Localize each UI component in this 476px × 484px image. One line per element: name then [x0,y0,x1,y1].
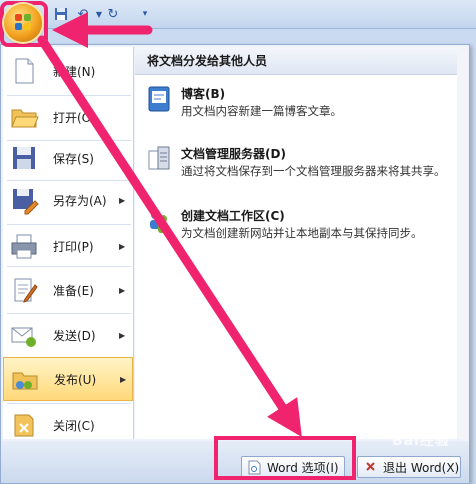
send-icon [11,327,36,347]
printer-icon [11,234,37,259]
menu-item-label: 打印(P) [53,239,94,254]
menu-item-save[interactable]: 保存(S) [3,136,133,180]
workspace-icon [150,211,168,233]
divider [7,266,131,267]
close-document-icon [14,414,34,437]
quick-access-toolbar: ↶ ▼ ↻ ▾ [0,0,476,29]
menu-item-prepare[interactable]: 准备(E) ▶ [3,268,133,312]
option-description: 为文档创建新网站并让本地副本与其保持同步。 [181,226,423,240]
menu-item-send[interactable]: 发送(D) ▶ [3,313,133,357]
publish-options-pane: 将文档分发给其他人员 博客(B) 用文档内容新建一篇博客文章。 文档管理服务器(… [135,47,457,439]
exit-icon [366,461,375,471]
publish-option-workspace[interactable]: 创建文档工作区(C) 为文档创建新网站并让本地副本与其保持同步。 [135,207,457,263]
option-description: 通过将文档保存到一个文档管理服务器来将其共享。 [181,164,446,178]
menu-commands-pane: 新建(N) 打开(O) 保存(S) 另存为(A) ▶ 打印(P) ▶ 准备(E) [3,47,134,439]
menu-item-label: 打开(O) [53,110,96,125]
exit-word-button[interactable]: 退出 Word(X) [357,456,461,478]
office-button[interactable] [4,4,42,42]
submenu-arrow-icon: ▶ [119,330,126,340]
menu-item-label: 准备(E) [53,283,94,298]
exit-word-label: 退出 Word(X) [383,460,460,475]
submenu-arrow-icon: ▶ [119,195,126,205]
save-as-icon [13,189,39,215]
option-description: 用文档内容新建一篇博客文章。 [181,104,342,118]
menu-item-label: 发布(U) [54,372,97,387]
menu-item-new[interactable]: 新建(N) [3,49,133,93]
office-button-icon [15,14,31,30]
menu-item-open[interactable]: 打开(O) [3,95,133,139]
blog-icon [148,86,170,112]
menu-item-label: 保存(S) [53,151,94,166]
publish-icon [12,372,38,390]
menu-item-label: 另存为(A) [53,193,107,208]
pane-header: 将文档分发给其他人员 [135,47,457,75]
save-disk-icon [13,147,35,169]
save-icon[interactable] [52,5,70,23]
document-server-icon [148,146,170,170]
watermark: Bai经验 [392,433,450,449]
customize-qat-icon[interactable]: ▾ [136,5,154,23]
open-folder-icon [11,109,39,128]
menu-item-publish[interactable]: 发布(U) ▶ [3,357,133,401]
menu-item-save-as[interactable]: 另存为(A) ▶ [3,178,133,222]
menu-item-print[interactable]: 打印(P) ▶ [3,224,133,268]
new-document-icon [15,58,34,84]
publish-option-blog[interactable]: 博客(B) 用文档内容新建一篇博客文章。 [135,85,457,135]
redo-icon[interactable]: ↻ [104,5,122,23]
prepare-icon [14,278,38,303]
menu-item-label: 关闭(C) [53,418,95,433]
option-title: 文档管理服务器(D) [181,147,286,161]
office-menu: 新建(N) 打开(O) 保存(S) 另存为(A) ▶ 打印(P) ▶ 准备(E) [0,44,470,484]
menu-item-label: 新建(N) [53,64,96,79]
pane-scrollbar[interactable] [457,47,467,439]
submenu-arrow-icon: ▶ [120,374,127,384]
option-title: 博客(B) [181,87,226,101]
option-title: 创建文档工作区(C) [181,209,285,223]
menu-item-label: 发送(D) [53,328,96,343]
submenu-arrow-icon: ▶ [119,285,126,295]
word-options-icon [248,460,261,474]
word-options-label: Word 选项(I) [267,460,339,475]
publish-option-document-server[interactable]: 文档管理服务器(D) 通过将文档保存到一个文档管理服务器来将其共享。 [135,145,457,201]
word-options-button[interactable]: Word 选项(I) [241,456,345,478]
submenu-arrow-icon: ▶ [119,241,126,251]
